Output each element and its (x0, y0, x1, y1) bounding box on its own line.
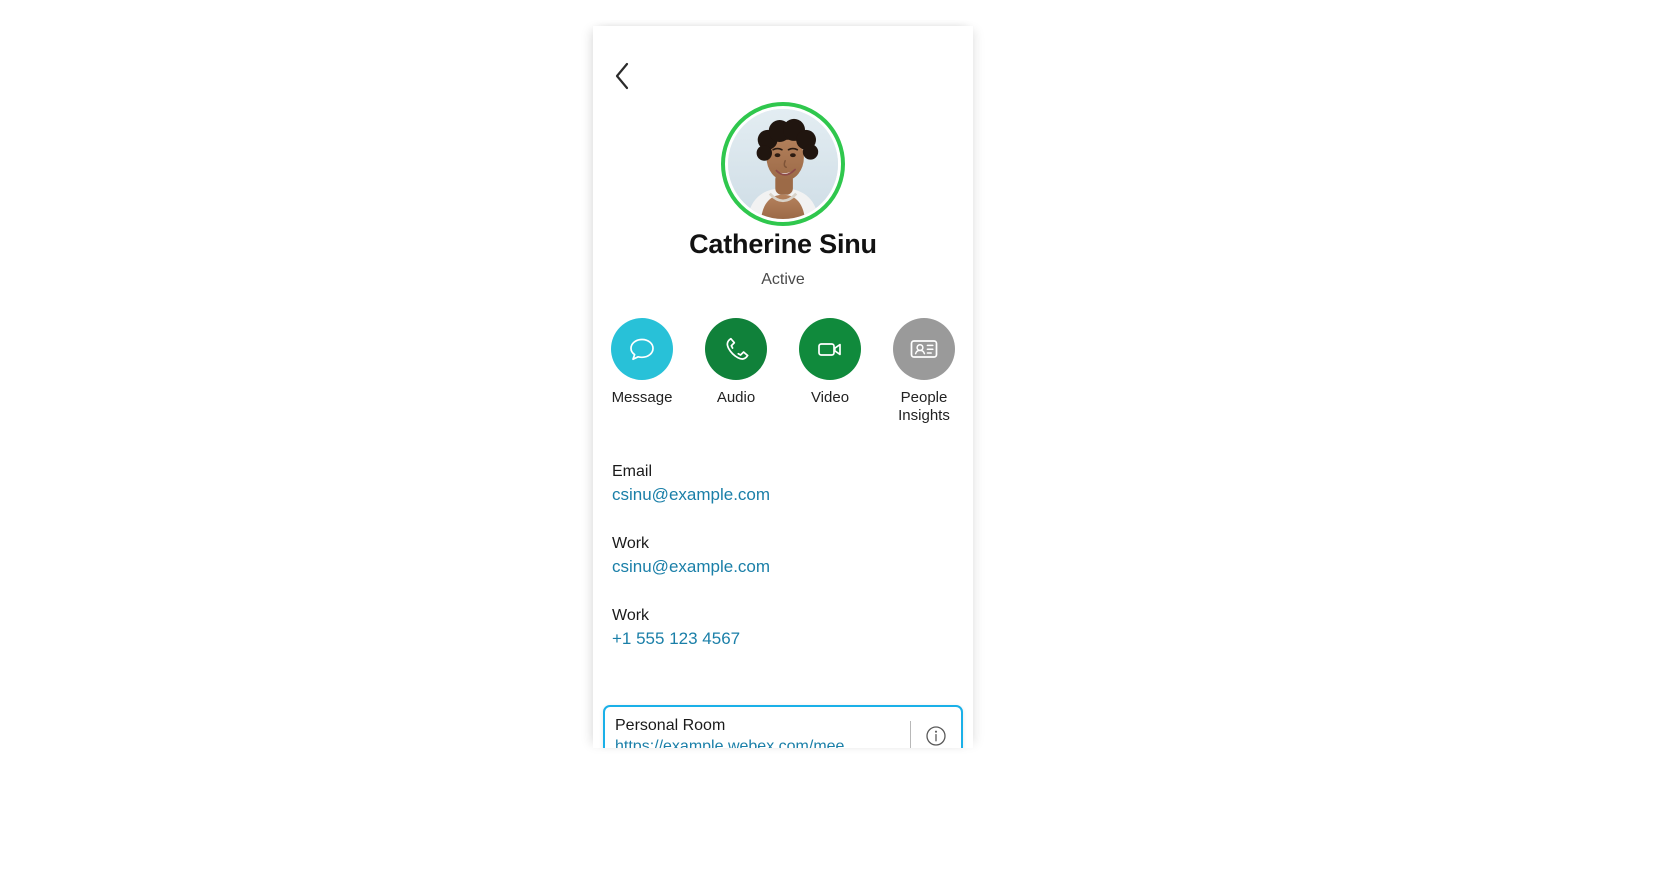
audio-call-button-label: Audio (716, 389, 756, 406)
detail-row-work-phone: Work +1 555 123 4567 (612, 605, 959, 651)
personal-room-info-button[interactable] (911, 725, 961, 747)
message-bubble-icon (627, 334, 657, 364)
avatar-photo (728, 109, 838, 219)
info-circle-icon (925, 725, 947, 747)
detail-row-work-email: Work csinu@example.com (612, 533, 959, 579)
detail-value-work-email[interactable]: csinu@example.com (612, 555, 959, 579)
action-button-row: Message Audio Video People Insights (593, 318, 973, 425)
back-button[interactable] (600, 54, 644, 98)
contact-details-list: Email csinu@example.com Work csinu@examp… (612, 461, 959, 677)
video-call-button[interactable]: Video (795, 318, 865, 425)
video-camera-icon (814, 333, 846, 365)
personal-room-text: Personal Room https://example.webex.com/… (605, 715, 906, 749)
people-insights-button-circle[interactable] (893, 318, 955, 380)
people-insights-button[interactable]: People Insights (889, 318, 959, 425)
audio-call-button[interactable]: Audio (701, 318, 771, 425)
phone-handset-icon (721, 334, 751, 364)
personal-room-row[interactable]: Personal Room https://example.webex.com/… (603, 705, 963, 748)
detail-label: Work (612, 535, 650, 552)
avatar[interactable] (593, 102, 973, 226)
detail-row-email: Email csinu@example.com (612, 461, 959, 507)
personal-room-url[interactable]: https://example.webex.com/mee.. (615, 736, 906, 749)
personal-room-label: Personal Room (615, 716, 726, 734)
message-button-label: Message (611, 389, 673, 406)
detail-label: Work (612, 607, 650, 624)
presence-status: Active (761, 271, 805, 288)
video-call-button-circle[interactable] (799, 318, 861, 380)
audio-call-button-circle[interactable] (705, 318, 767, 380)
id-card-icon (907, 332, 941, 366)
contact-detail-panel: Catherine Sinu Active Message Audio Vide… (593, 26, 973, 748)
contact-name: Catherine Sinu (689, 229, 877, 259)
detail-value-work-phone[interactable]: +1 555 123 4567 (612, 627, 959, 651)
detail-label: Email (612, 463, 653, 480)
video-call-button-label: Video (810, 389, 850, 406)
message-button[interactable]: Message (607, 318, 677, 425)
message-button-circle[interactable] (611, 318, 673, 380)
detail-value-email[interactable]: csinu@example.com (612, 483, 959, 507)
chevron-left-icon (614, 62, 630, 90)
people-insights-button-label: People Insights (898, 389, 950, 424)
presence-ring (721, 102, 845, 226)
